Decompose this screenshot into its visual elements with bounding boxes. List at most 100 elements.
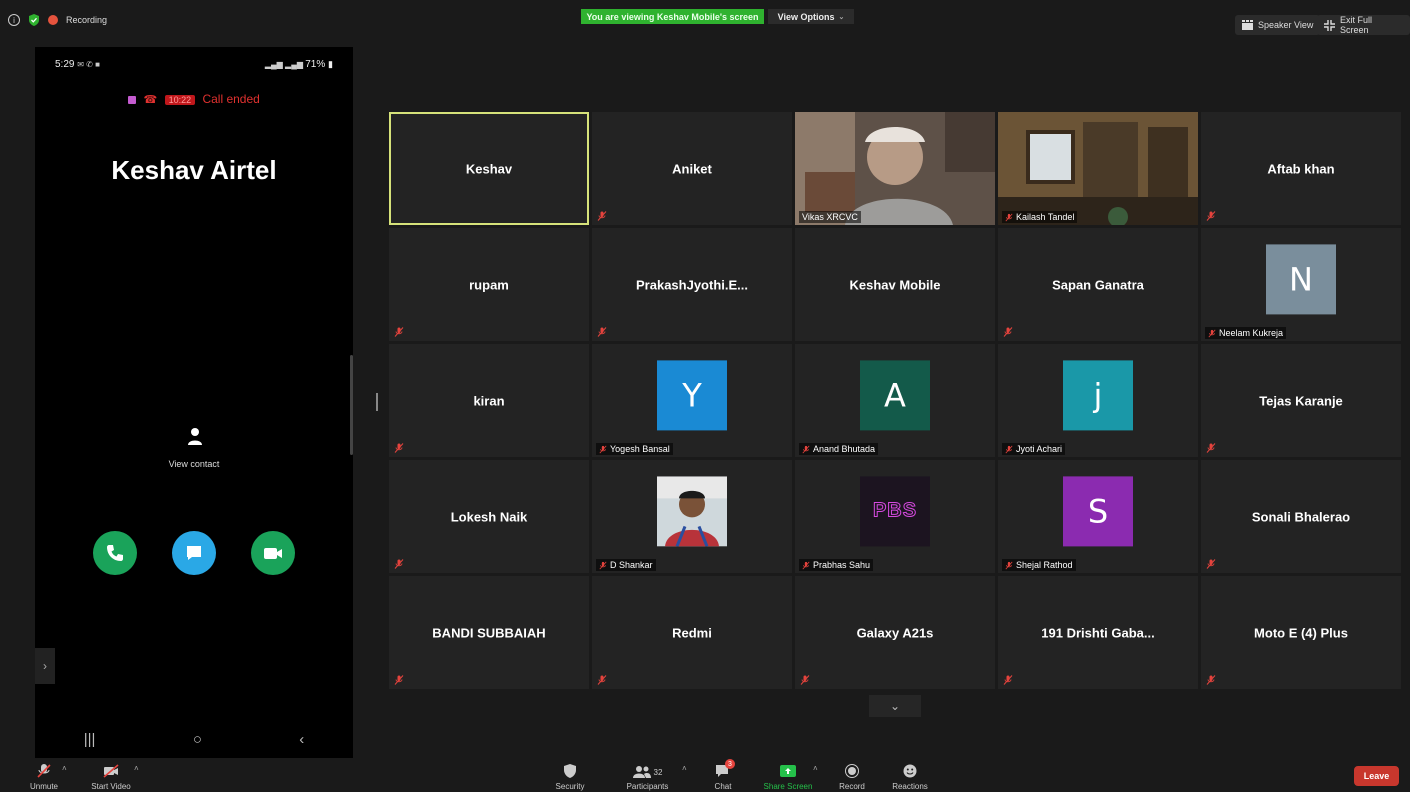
phone-time: 5:29 bbox=[55, 59, 75, 70]
participant-tile[interactable]: Keshav bbox=[389, 112, 589, 225]
mic-muted-icon bbox=[1003, 327, 1013, 337]
chat-badge: 3 bbox=[725, 759, 735, 769]
speaker-view-label: Speaker View bbox=[1258, 20, 1314, 30]
video-call-button[interactable] bbox=[251, 531, 295, 575]
home-icon[interactable]: ○ bbox=[193, 731, 202, 748]
viewing-banner: You are viewing Keshav Mobile's screen bbox=[581, 9, 764, 24]
call-button[interactable] bbox=[93, 531, 137, 575]
participant-tile[interactable]: Y Yogesh Bansal bbox=[592, 344, 792, 457]
back-icon[interactable]: ‹ bbox=[299, 731, 304, 748]
panel-resize-handle[interactable] bbox=[350, 355, 353, 455]
exit-full-screen-button[interactable]: Exit Full Screen bbox=[1317, 15, 1410, 35]
share-screen-icon bbox=[780, 765, 796, 777]
record-button[interactable]: Record bbox=[834, 758, 870, 792]
participant-tile[interactable]: D Shankar bbox=[592, 460, 792, 573]
participant-name: Yogesh Bansal bbox=[610, 444, 670, 454]
participant-name: Shejal Rathod bbox=[1016, 560, 1073, 570]
avatar-initial: A bbox=[884, 375, 906, 414]
participant-tile[interactable]: j Jyoti Achari bbox=[998, 344, 1198, 457]
shield-icon bbox=[564, 764, 576, 778]
reactions-button[interactable]: Reactions bbox=[888, 758, 932, 792]
view-contact-link[interactable]: View contact bbox=[35, 459, 353, 469]
participant-name: Tejas Karanje bbox=[1259, 393, 1343, 408]
participant-name: Galaxy A21s bbox=[856, 625, 934, 640]
participant-video bbox=[795, 112, 995, 225]
share-options-chevron[interactable]: ˄ bbox=[813, 764, 818, 773]
participant-tile[interactable]: Redmi bbox=[592, 576, 792, 689]
participant-tile[interactable]: Lokesh Naik bbox=[389, 460, 589, 573]
phone-icon bbox=[107, 545, 123, 561]
recent-apps-icon[interactable]: ||| bbox=[84, 731, 96, 748]
participant-tile[interactable]: Sapan Ganatra bbox=[998, 228, 1198, 341]
participant-name: Redmi bbox=[672, 625, 712, 640]
start-video-label: Start Video bbox=[91, 782, 131, 791]
participant-name: Neelam Kukreja bbox=[1219, 328, 1284, 338]
leave-button[interactable]: Leave bbox=[1354, 766, 1399, 786]
participant-tile[interactable]: PrakashJyothi.E... bbox=[592, 228, 792, 341]
split-divider[interactable] bbox=[376, 393, 378, 411]
view-options-button[interactable]: View Options ⌄ bbox=[768, 9, 854, 24]
speaker-view-button[interactable]: Speaker View bbox=[1235, 15, 1321, 35]
chat-button[interactable]: 3 Chat bbox=[708, 758, 738, 792]
participant-tile[interactable]: rupam bbox=[389, 228, 589, 341]
recording-label: Recording bbox=[66, 15, 108, 25]
participant-tile[interactable]: Galaxy A21s bbox=[795, 576, 995, 689]
chat-bubble-icon bbox=[187, 546, 201, 560]
participant-tile[interactable]: Keshav Mobile bbox=[795, 228, 995, 341]
participant-name: Prabhas Sahu bbox=[813, 560, 871, 570]
mic-muted-icon bbox=[597, 327, 607, 337]
person-icon[interactable] bbox=[187, 427, 203, 447]
participant-tile[interactable]: Sonali Bhalerao bbox=[1201, 460, 1401, 573]
participant-tile[interactable]: S Shejal Rathod bbox=[998, 460, 1198, 573]
start-video-button[interactable]: Start Video bbox=[86, 758, 136, 792]
shared-phone-screen: 5:29 ✉ ✆ ■ ▂▄▆ ▂▄▆ 71% ▮ ☎ 10:22 Call en… bbox=[35, 47, 353, 758]
participant-name-label: Yogesh Bansal bbox=[596, 443, 673, 455]
video-options-chevron[interactable]: ˄ bbox=[134, 764, 139, 773]
participant-tile[interactable]: PBS Prabhas Sahu bbox=[795, 460, 995, 573]
participant-logo: PBS bbox=[860, 475, 930, 546]
video-off-icon bbox=[103, 764, 119, 778]
meeting-toolbar: Unmute ˄ Start Video ˄ Security 32 Parti… bbox=[0, 758, 1410, 792]
android-nav-bar: ||| ○ ‹ bbox=[35, 727, 353, 751]
participant-tile[interactable]: 191 Drishti Gaba... bbox=[998, 576, 1198, 689]
info-icon[interactable]: i bbox=[8, 14, 20, 26]
unmute-label: Unmute bbox=[29, 782, 58, 791]
message-button[interactable] bbox=[172, 531, 216, 575]
unmute-button[interactable]: Unmute bbox=[24, 758, 64, 792]
mic-muted-icon bbox=[1206, 443, 1216, 453]
participant-tile[interactable]: A Anand Bhutada bbox=[795, 344, 995, 457]
participant-name: Kailash Tandel bbox=[1016, 212, 1075, 222]
participant-name-label: Vikas XRCVC bbox=[799, 211, 861, 223]
participant-name-label: Anand Bhutada bbox=[799, 443, 879, 455]
mic-muted-icon bbox=[1005, 445, 1013, 453]
chevron-right-icon[interactable]: › bbox=[35, 648, 55, 684]
audio-options-chevron[interactable]: ˄ bbox=[62, 764, 67, 773]
participant-name: D Shankar bbox=[610, 560, 653, 570]
participant-avatar: S bbox=[1063, 475, 1133, 546]
participant-tile[interactable]: Kailash Tandel bbox=[998, 112, 1198, 225]
participant-name: BANDI SUBBAIAH bbox=[432, 625, 546, 640]
participant-tile[interactable]: Aniket bbox=[592, 112, 792, 225]
participants-button[interactable]: 32 Participants bbox=[620, 758, 675, 792]
shield-icon[interactable] bbox=[28, 14, 40, 26]
participants-label: Participants bbox=[626, 782, 669, 791]
participant-tile[interactable]: Moto E (4) Plus bbox=[1201, 576, 1401, 689]
participant-name: Keshav bbox=[465, 161, 513, 176]
participant-tile[interactable]: BANDI SUBBAIAH bbox=[389, 576, 589, 689]
participants-options-chevron[interactable]: ˄ bbox=[682, 764, 687, 773]
participant-name-label: Prabhas Sahu bbox=[799, 559, 874, 571]
participant-tile[interactable]: Aftab khan bbox=[1201, 112, 1401, 225]
call-status: ☎ 10:22 Call ended bbox=[35, 92, 353, 106]
mic-muted-icon bbox=[597, 211, 607, 221]
mic-muted-icon bbox=[1206, 675, 1216, 685]
reactions-label: Reactions bbox=[892, 782, 928, 791]
participant-tile[interactable]: N Neelam Kukreja bbox=[1201, 228, 1401, 341]
participant-tile[interactable]: Vikas XRCVC bbox=[795, 112, 995, 225]
share-screen-button[interactable]: Share Screen bbox=[760, 758, 816, 792]
participant-tile[interactable]: Tejas Karanje bbox=[1201, 344, 1401, 457]
phone-status-left: 5:29 ✉ ✆ ■ bbox=[55, 59, 100, 70]
participant-tile[interactable]: kiran bbox=[389, 344, 589, 457]
security-button[interactable]: Security bbox=[550, 758, 590, 792]
gallery-expand-button[interactable]: ⌄ bbox=[869, 695, 921, 717]
meeting-status: i Recording bbox=[8, 14, 107, 26]
